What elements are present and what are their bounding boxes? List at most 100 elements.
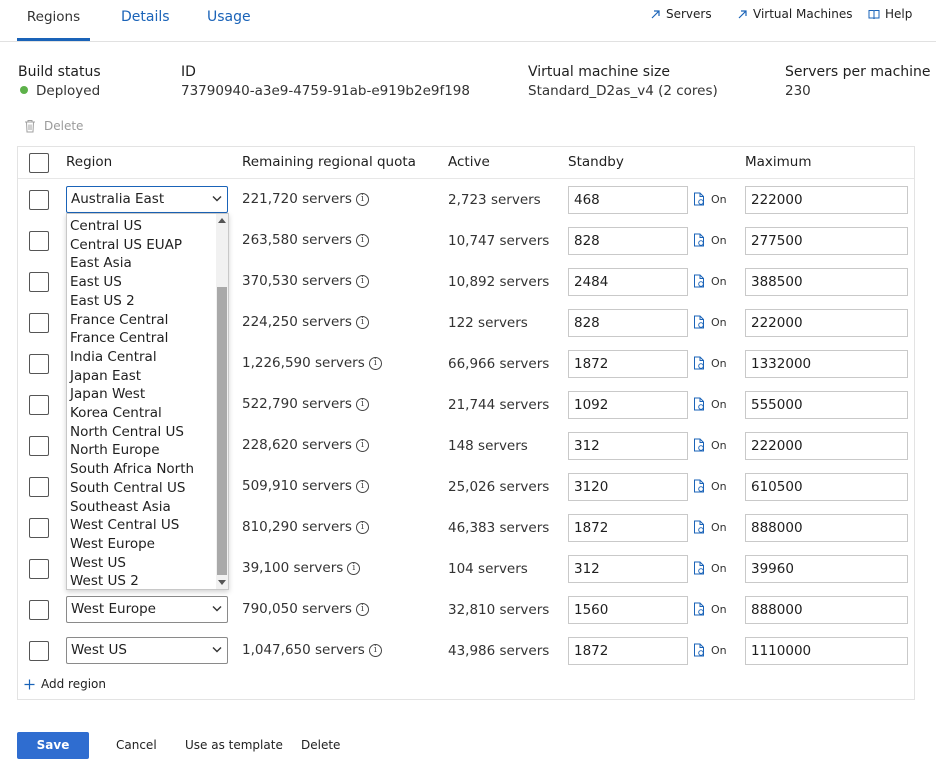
- standby-schedule-toggle[interactable]: On: [693, 479, 727, 493]
- row-checkbox[interactable]: [29, 600, 49, 620]
- standby-input[interactable]: 1872: [568, 514, 688, 542]
- standby-schedule-toggle[interactable]: On: [693, 315, 727, 329]
- info-icon[interactable]: i: [355, 192, 369, 206]
- maximum-input[interactable]: 388500: [745, 268, 908, 296]
- info-icon[interactable]: i: [355, 397, 369, 411]
- region-option[interactable]: West US 2: [70, 573, 139, 589]
- info-icon[interactable]: i: [355, 274, 369, 288]
- row-checkbox[interactable]: [29, 354, 49, 374]
- column-header-region[interactable]: Region: [66, 154, 112, 170]
- maximum-input[interactable]: 610500: [745, 473, 908, 501]
- maximum-input[interactable]: 888000: [745, 596, 908, 624]
- standby-schedule-toggle[interactable]: On: [693, 643, 727, 657]
- row-checkbox[interactable]: [29, 477, 49, 497]
- info-icon[interactable]: i: [347, 561, 361, 575]
- row-checkbox[interactable]: [29, 231, 49, 251]
- select-all-checkbox[interactable]: [29, 153, 49, 173]
- region-dropdown-list[interactable]: Central US Central US EUAP East Asia East U…: [66, 213, 229, 590]
- use-as-template-button[interactable]: Use as template: [185, 738, 283, 752]
- add-region-button[interactable]: Add region: [24, 677, 106, 691]
- region-option[interactable]: Japan West: [70, 386, 145, 402]
- row-checkbox[interactable]: [29, 190, 49, 210]
- help-link[interactable]: Help: [868, 7, 912, 21]
- region-option[interactable]: Korea Central: [70, 405, 162, 421]
- standby-input[interactable]: 1872: [568, 637, 688, 665]
- region-option[interactable]: France Central: [70, 330, 168, 346]
- row-checkbox[interactable]: [29, 518, 49, 538]
- region-option[interactable]: Southeast Asia: [70, 499, 171, 515]
- standby-schedule-toggle[interactable]: On: [693, 233, 727, 247]
- region-select[interactable]: West Europe: [66, 596, 228, 623]
- region-option[interactable]: East Asia: [70, 255, 132, 271]
- row-checkbox[interactable]: [29, 436, 49, 456]
- info-icon[interactable]: i: [355, 479, 369, 493]
- standby-input[interactable]: 2484: [568, 268, 688, 296]
- row-checkbox[interactable]: [29, 395, 49, 415]
- region-option[interactable]: West US: [70, 555, 126, 571]
- scroll-up-arrow-icon[interactable]: [218, 218, 226, 223]
- maximum-input[interactable]: 222000: [745, 432, 908, 460]
- column-header-quota[interactable]: Remaining regional quota: [242, 154, 416, 170]
- info-icon[interactable]: i: [355, 315, 369, 329]
- standby-schedule-toggle[interactable]: On: [693, 192, 727, 206]
- info-icon[interactable]: i: [368, 643, 382, 657]
- region-option[interactable]: North Europe: [70, 442, 160, 458]
- servers-link[interactable]: Servers: [650, 7, 712, 21]
- standby-schedule-toggle[interactable]: On: [693, 520, 727, 534]
- tab-details[interactable]: Details: [121, 9, 170, 25]
- standby-input[interactable]: 312: [568, 432, 688, 460]
- standby-input[interactable]: 1092: [568, 391, 688, 419]
- region-select[interactable]: West US: [66, 637, 228, 664]
- row-checkbox[interactable]: [29, 641, 49, 661]
- maximum-input[interactable]: 39960: [745, 555, 908, 583]
- region-option[interactable]: Central US: [70, 218, 142, 234]
- region-option[interactable]: South Central US: [70, 480, 185, 496]
- region-option[interactable]: East US 2: [70, 293, 135, 309]
- virtual-machines-link[interactable]: Virtual Machines: [737, 7, 853, 21]
- tab-regions[interactable]: Regions: [17, 9, 90, 41]
- standby-input[interactable]: 828: [568, 309, 688, 337]
- standby-schedule-toggle[interactable]: On: [693, 602, 727, 616]
- column-header-standby[interactable]: Standby: [568, 154, 624, 170]
- standby-input[interactable]: 1560: [568, 596, 688, 624]
- region-option[interactable]: France Central: [70, 312, 168, 328]
- delete-button[interactable]: Delete: [301, 738, 340, 752]
- standby-input[interactable]: 468: [568, 186, 688, 214]
- standby-input[interactable]: 3120: [568, 473, 688, 501]
- region-option[interactable]: Central US EUAP: [70, 237, 182, 253]
- standby-schedule-toggle[interactable]: On: [693, 397, 727, 411]
- standby-input[interactable]: 828: [568, 227, 688, 255]
- cancel-button[interactable]: Cancel: [116, 738, 157, 752]
- row-checkbox[interactable]: [29, 313, 49, 333]
- save-button[interactable]: Save: [17, 732, 89, 759]
- dropdown-scrollbar[interactable]: [216, 214, 228, 589]
- maximum-input[interactable]: 1332000: [745, 350, 908, 378]
- region-option[interactable]: West Europe: [70, 536, 155, 552]
- standby-input[interactable]: 1872: [568, 350, 688, 378]
- standby-schedule-toggle[interactable]: On: [693, 438, 727, 452]
- region-option[interactable]: East US: [70, 274, 122, 290]
- region-option[interactable]: South Africa North: [70, 461, 194, 477]
- delete-toolbar-button[interactable]: Delete: [24, 119, 83, 133]
- region-option[interactable]: North Central US: [70, 424, 184, 440]
- column-header-active[interactable]: Active: [448, 154, 490, 170]
- info-icon[interactable]: i: [368, 356, 382, 370]
- info-icon[interactable]: i: [355, 602, 369, 616]
- row-checkbox[interactable]: [29, 272, 49, 292]
- maximum-input[interactable]: 888000: [745, 514, 908, 542]
- info-icon[interactable]: i: [355, 233, 369, 247]
- info-icon[interactable]: i: [355, 520, 369, 534]
- region-select[interactable]: Australia East: [66, 186, 228, 213]
- scroll-down-arrow-icon[interactable]: [218, 580, 226, 585]
- maximum-input[interactable]: 222000: [745, 186, 908, 214]
- standby-schedule-toggle[interactable]: On: [693, 561, 727, 575]
- region-option[interactable]: West Central US: [70, 517, 179, 533]
- region-option[interactable]: Japan East: [70, 368, 141, 384]
- standby-input[interactable]: 312: [568, 555, 688, 583]
- row-checkbox[interactable]: [29, 559, 49, 579]
- standby-schedule-toggle[interactable]: On: [693, 356, 727, 370]
- scroll-thumb[interactable]: [217, 287, 227, 575]
- info-icon[interactable]: i: [355, 438, 369, 452]
- region-option[interactable]: India Central: [70, 349, 157, 365]
- standby-schedule-toggle[interactable]: On: [693, 274, 727, 288]
